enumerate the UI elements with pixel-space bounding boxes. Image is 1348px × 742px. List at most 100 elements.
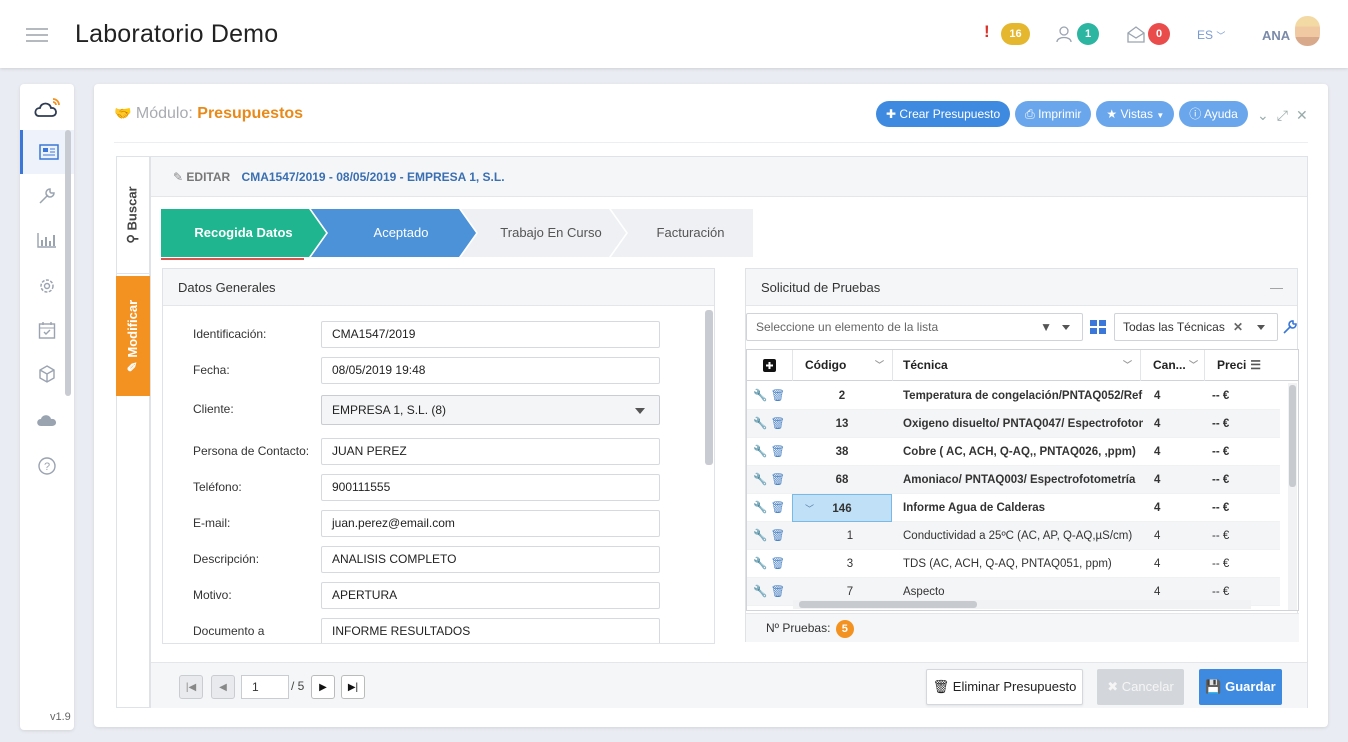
element-select[interactable]: Seleccione un elemento de la lista ▼ bbox=[746, 313, 1083, 341]
print-button[interactable]: ⎙ Imprimir bbox=[1015, 101, 1092, 127]
wrench-icon[interactable] bbox=[1282, 319, 1298, 335]
step-trabajo-en-curso[interactable]: Trabajo En Curso bbox=[461, 209, 626, 257]
table-row[interactable]: 🔧 🗑 1 Conductividad a 25ºC (AC, AP, Q-AQ… bbox=[747, 522, 1280, 550]
filter-icon[interactable]: ▼ bbox=[1040, 314, 1052, 340]
table-row[interactable]: 🔧 🗑 ﹀ 146 Informe Agua de Calderas 4 -- € bbox=[747, 494, 1280, 522]
minimize-icon[interactable]: — bbox=[1270, 269, 1283, 306]
cloud-rss-icon[interactable] bbox=[20, 86, 74, 130]
trash-icon[interactable]: 🗑 bbox=[771, 474, 786, 486]
last-page-button[interactable]: ▶| bbox=[341, 675, 365, 699]
tecnicas-select[interactable]: Todas las Técnicas ✕ bbox=[1114, 313, 1278, 341]
avatar[interactable] bbox=[1295, 16, 1320, 46]
fecha-field[interactable]: 08/05/2019 19:48 bbox=[321, 357, 660, 384]
add-row-icon[interactable] bbox=[747, 350, 793, 381]
rail-scrollbar[interactable] bbox=[65, 130, 71, 396]
cancel-button[interactable]: ✖ Cancelar bbox=[1097, 669, 1184, 705]
trash-icon[interactable]: 🗑 bbox=[771, 586, 786, 598]
cell-precio: -- € bbox=[1212, 558, 1230, 570]
menu-icon[interactable]: ☰ bbox=[1250, 350, 1261, 381]
wrench-icon[interactable]: 🔧 bbox=[753, 558, 767, 570]
table-row[interactable]: 🔧 🗑 38 Cobre ( AC, ACH, Q-AQ,, PNTAQ026,… bbox=[747, 438, 1280, 466]
descripcion-field[interactable]: ANALISIS COMPLETO bbox=[321, 546, 660, 573]
alerts-badge[interactable]: 16 bbox=[1001, 23, 1030, 45]
wrench-icon[interactable]: 🔧 bbox=[753, 418, 767, 430]
step-facturacion[interactable]: Facturación bbox=[611, 209, 753, 257]
datos-generales-panel: Datos Generales Identificación: CMA1547/… bbox=[162, 268, 715, 644]
cell-precio: -- € bbox=[1212, 418, 1230, 430]
views-button[interactable]: ★ Vistas ▼ bbox=[1096, 101, 1175, 127]
grid-view-icon[interactable] bbox=[1090, 320, 1106, 334]
field-label-email: E-mail: bbox=[193, 516, 231, 530]
user-name[interactable]: ANA bbox=[1262, 28, 1290, 43]
expand-icon[interactable]: ⤢ bbox=[1277, 107, 1288, 124]
trash-icon[interactable]: 🗑 bbox=[771, 390, 786, 402]
prev-page-button[interactable]: ◀ bbox=[211, 675, 235, 699]
page-input[interactable]: 1 bbox=[241, 675, 289, 699]
documento-field[interactable]: INFORME RESULTADOS bbox=[321, 618, 660, 643]
row-tools: 🔧 🗑 bbox=[753, 382, 793, 410]
cell-cantidad: 4 bbox=[1154, 502, 1161, 514]
wrench-icon[interactable]: 🔧 bbox=[753, 502, 767, 514]
trash-icon[interactable]: 🗑 bbox=[771, 558, 786, 570]
next-page-button[interactable]: ▶ bbox=[311, 675, 335, 699]
trash-icon[interactable]: 🗑 bbox=[771, 446, 786, 458]
telefono-field[interactable]: 900111555 bbox=[321, 474, 660, 501]
tab-modify[interactable]: ✎ Modificar bbox=[116, 276, 150, 396]
wrench-icon[interactable]: 🔧 bbox=[753, 390, 767, 402]
close-icon[interactable]: ✕ bbox=[1296, 107, 1308, 124]
wrench-icon[interactable]: 🔧 bbox=[753, 530, 767, 542]
language-selector[interactable]: ES ﹀ bbox=[1197, 28, 1225, 42]
delete-button[interactable]: 🗑 Eliminar Presupuesto bbox=[926, 669, 1083, 705]
first-page-button[interactable]: |◀ bbox=[179, 675, 203, 699]
tab-search[interactable]: ⚲ Buscar bbox=[116, 156, 150, 274]
envelope-open-icon[interactable] bbox=[1126, 24, 1146, 44]
identificacion-field[interactable]: CMA1547/2019 bbox=[321, 321, 660, 348]
table-row[interactable]: 🔧 🗑 68 Amoniaco/ PNTAQ003/ Espectrofotom… bbox=[747, 466, 1280, 494]
column-tecnica[interactable]: Técnica ﹀ bbox=[893, 350, 1141, 381]
column-precio[interactable]: Preci ☰ bbox=[1205, 350, 1287, 381]
collapse-icon[interactable]: ⌄ bbox=[1257, 107, 1269, 124]
motivo-field[interactable]: APERTURA bbox=[321, 582, 660, 609]
edit-record: CMA1547/2019 - 08/05/2019 - EMPRESA 1, S… bbox=[241, 170, 505, 184]
column-codigo[interactable]: Código ﹀ bbox=[793, 350, 893, 381]
cliente-select[interactable]: EMPRESA 1, S.L. (8) bbox=[321, 395, 660, 425]
table-row[interactable]: 🔧 🗑 13 Oxigeno disuelto/ PNTAQ047/ Espec… bbox=[747, 410, 1280, 438]
cell-codigo-selected[interactable]: ﹀ 146 bbox=[792, 494, 892, 522]
wrench-icon[interactable]: 🔧 bbox=[753, 446, 767, 458]
messages-badge[interactable]: 0 bbox=[1148, 23, 1170, 45]
trash-icon[interactable]: 🗑 bbox=[771, 530, 786, 542]
users-icon[interactable] bbox=[1055, 24, 1075, 44]
chevron-down-icon[interactable]: ﹀ bbox=[805, 495, 814, 521]
table-horizontal-scrollbar[interactable] bbox=[793, 600, 1251, 609]
create-button[interactable]: ✚ Crear Presupuesto bbox=[876, 101, 1011, 127]
help-button[interactable]: ⓘ Ayuda bbox=[1179, 101, 1248, 127]
help-icon[interactable]: ? bbox=[20, 444, 74, 488]
wrench-icon[interactable]: 🔧 bbox=[753, 474, 767, 486]
module-title: 🤝 Módulo: Presupuestos bbox=[114, 105, 303, 123]
step-recogida-datos[interactable]: Recogida Datos bbox=[161, 209, 326, 257]
clear-icon[interactable]: ✕ bbox=[1233, 314, 1243, 340]
table-row[interactable]: 🔧 🗑 2 Temperatura de congelación/PNTAQ05… bbox=[747, 382, 1280, 410]
field-label-telefono: Teléfono: bbox=[193, 480, 242, 494]
datos-generales-scrollbar[interactable] bbox=[705, 310, 713, 465]
prev-page-icon: ◀ bbox=[219, 681, 227, 693]
users-badge[interactable]: 1 bbox=[1077, 23, 1099, 45]
pruebas-footer: Nº Pruebas: 5 bbox=[746, 613, 1299, 642]
table-row[interactable]: 🔧 🗑 3 TDS (AC, ACH, Q-AQ, PNTAQ051, ppm)… bbox=[747, 550, 1280, 578]
info-icon: ⓘ bbox=[1189, 107, 1202, 121]
print-label: Imprimir bbox=[1038, 107, 1082, 121]
trash-icon[interactable]: 🗑 bbox=[771, 502, 786, 514]
cloud-icon[interactable] bbox=[20, 398, 74, 442]
wrench-icon[interactable]: 🔧 bbox=[753, 586, 767, 598]
save-button[interactable]: 💾 Guardar bbox=[1199, 669, 1282, 705]
email-field[interactable]: juan.perez@email.com bbox=[321, 510, 660, 537]
alert-icon[interactable]: ! bbox=[984, 22, 990, 42]
contacto-field[interactable]: JUAN PEREZ bbox=[321, 438, 660, 465]
step-aceptado[interactable]: Aceptado bbox=[311, 209, 476, 257]
menu-icon[interactable] bbox=[26, 28, 48, 42]
table-vertical-scrollbar[interactable] bbox=[1288, 383, 1297, 610]
column-cantidad[interactable]: Can... ﹀ bbox=[1141, 350, 1205, 381]
cell-cantidad: 4 bbox=[1154, 418, 1161, 430]
cliente-value: EMPRESA 1, S.L. (8) bbox=[332, 403, 447, 417]
trash-icon[interactable]: 🗑 bbox=[771, 418, 786, 430]
